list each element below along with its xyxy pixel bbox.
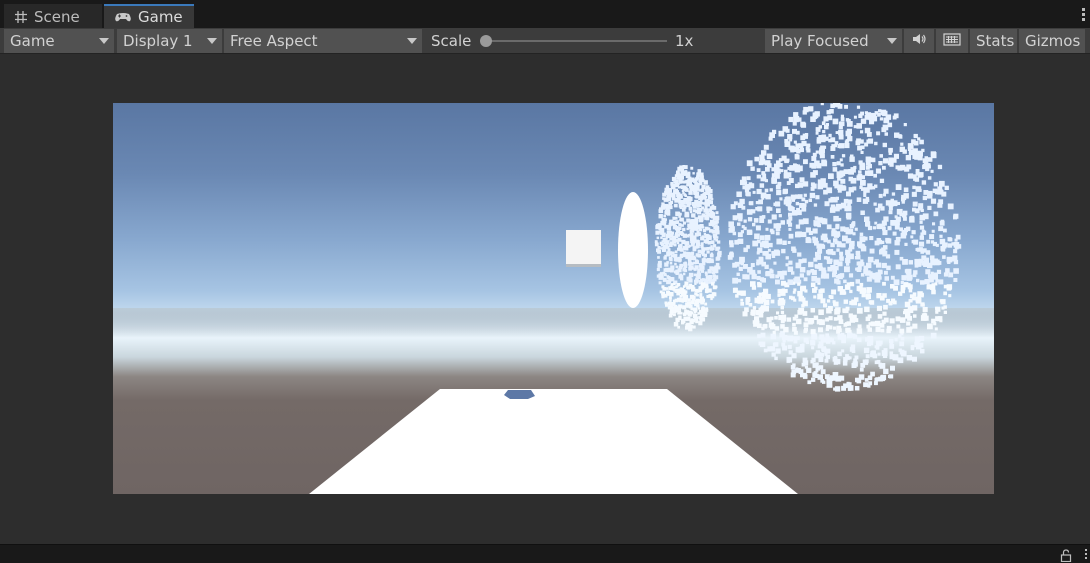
view-dropdown-label: Game bbox=[10, 32, 55, 50]
stats-button[interactable]: Stats bbox=[970, 29, 1017, 53]
play-mode-dropdown[interactable]: Play Focused bbox=[765, 29, 902, 53]
keyboard-icon bbox=[943, 32, 961, 50]
display-dropdown[interactable]: Display 1 bbox=[117, 29, 222, 53]
solid-ellipse bbox=[618, 192, 648, 308]
grid-hash-icon bbox=[14, 10, 28, 24]
scale-label: Scale bbox=[431, 32, 472, 50]
tab-scene[interactable]: Scene bbox=[4, 4, 102, 28]
game-window: Scene Game Game Display 1 Free Aspect Sc… bbox=[0, 0, 1090, 563]
scale-value: 1x bbox=[675, 32, 694, 50]
game-view-area bbox=[0, 54, 1090, 544]
scene-render bbox=[113, 103, 994, 494]
gamepad-icon bbox=[114, 10, 132, 24]
cube-shadow bbox=[504, 390, 535, 399]
tab-game-label: Game bbox=[138, 8, 183, 26]
scale-control: Scale 1x bbox=[425, 29, 763, 53]
ground-plane bbox=[309, 389, 798, 494]
particle-sphere-large bbox=[727, 103, 962, 392]
status-bar bbox=[0, 544, 1090, 563]
cube bbox=[566, 230, 601, 266]
stats-label: Stats bbox=[976, 32, 1015, 50]
speaker-icon bbox=[911, 32, 927, 50]
tab-game[interactable]: Game bbox=[104, 4, 194, 28]
chevron-down-icon bbox=[407, 38, 417, 44]
aspect-dropdown[interactable]: Free Aspect bbox=[224, 29, 422, 53]
gizmos-label: Gizmos bbox=[1025, 32, 1081, 50]
status-menu-icon[interactable] bbox=[1085, 549, 1088, 561]
window-menu-icon[interactable] bbox=[1082, 8, 1086, 22]
cube-bottom-edge bbox=[566, 264, 601, 267]
mute-audio-button[interactable] bbox=[904, 29, 934, 53]
chevron-down-icon bbox=[887, 38, 897, 44]
scale-slider-thumb[interactable] bbox=[480, 35, 492, 47]
game-viewport[interactable] bbox=[113, 103, 994, 494]
lock-icon[interactable] bbox=[1060, 548, 1072, 563]
game-toolbar: Game Display 1 Free Aspect Scale 1x Play… bbox=[0, 28, 1090, 54]
particle-ellipse-medium bbox=[654, 165, 722, 332]
chevron-down-icon bbox=[207, 38, 217, 44]
chevron-down-icon bbox=[99, 38, 109, 44]
view-dropdown[interactable]: Game bbox=[4, 29, 114, 53]
aspect-dropdown-label: Free Aspect bbox=[230, 32, 318, 50]
scale-slider-track[interactable] bbox=[485, 40, 667, 42]
keyboard-shortcuts-button[interactable] bbox=[936, 29, 968, 53]
display-dropdown-label: Display 1 bbox=[123, 32, 193, 50]
tab-bar: Scene Game bbox=[0, 0, 1090, 28]
gizmos-button[interactable]: Gizmos bbox=[1019, 29, 1085, 53]
play-mode-label: Play Focused bbox=[771, 32, 869, 50]
tab-scene-label: Scene bbox=[34, 8, 80, 26]
